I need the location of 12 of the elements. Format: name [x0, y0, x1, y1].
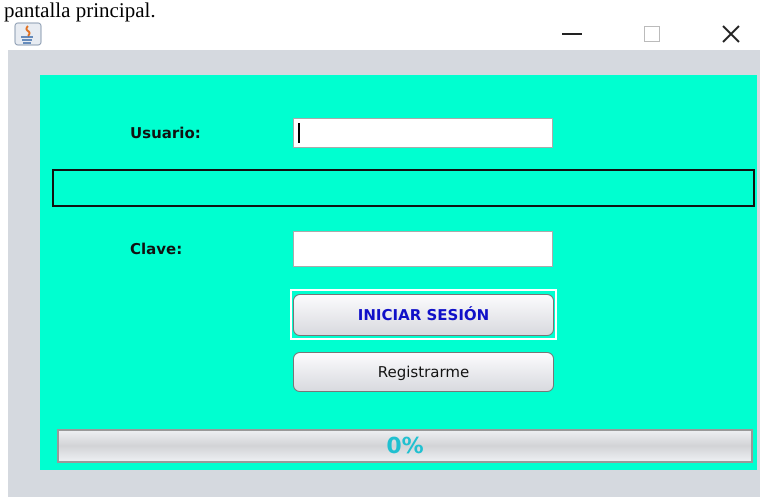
progress-reading: 0% [386, 434, 424, 458]
minimize-icon[interactable] [562, 32, 582, 36]
password-input-field[interactable] [293, 231, 553, 267]
user-input-field[interactable] [293, 118, 553, 148]
register-button[interactable]: Registrarme [293, 352, 554, 392]
maximize-icon[interactable] [644, 26, 660, 42]
password-label: Clave: [129, 240, 184, 258]
close-icon[interactable] [722, 25, 740, 43]
text-cursor [298, 123, 300, 143]
coffee-cup-icon [14, 22, 42, 46]
user-label: Usuario: [129, 124, 202, 142]
login-button[interactable]: INICIAR SESIÓN [293, 294, 554, 336]
